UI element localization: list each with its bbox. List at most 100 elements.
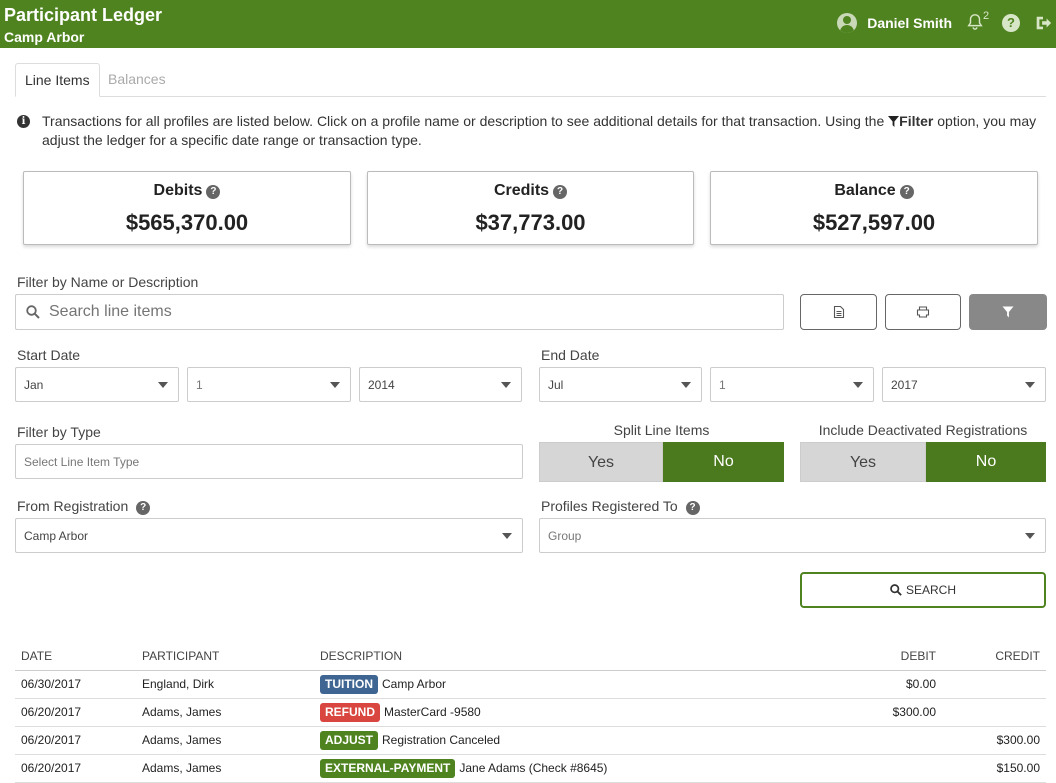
column-credit[interactable]: CREDIT (942, 643, 1046, 671)
column-debit[interactable]: DEBIT (764, 643, 942, 671)
info-icon: i (17, 115, 30, 128)
filter-icon (888, 116, 900, 127)
description-text[interactable]: Registration Canceled (382, 733, 500, 747)
search-field[interactable] (15, 294, 784, 330)
include-deactivated-label: Include Deactivated Registrations (818, 422, 1028, 438)
row-participant[interactable]: England, Dirk (136, 670, 314, 699)
chevron-down-icon (1025, 382, 1035, 388)
type-badge: EXTERNAL-PAYMENT (320, 758, 456, 778)
row-participant[interactable]: Adams, James (136, 698, 314, 727)
user-name[interactable]: Daniel Smith (867, 15, 952, 31)
deactivated-no-button[interactable]: No (926, 442, 1046, 482)
column-description[interactable]: DESCRIPTION (314, 643, 764, 671)
end-year-select[interactable]: 2017 (882, 367, 1046, 402)
search-icon (26, 305, 40, 319)
export-button[interactable] (800, 294, 877, 330)
tab-line-items[interactable]: Line Items (15, 63, 100, 97)
end-day-select[interactable]: 1 (710, 367, 874, 402)
start-day-select[interactable]: 1 (187, 367, 351, 402)
split-yes-button[interactable]: Yes (539, 442, 663, 482)
credits-help-icon[interactable]: ? (553, 185, 568, 199)
chevron-down-icon (853, 382, 863, 388)
credits-label: Credits (493, 182, 550, 199)
start-month-select[interactable]: Jan (15, 367, 179, 402)
row-description[interactable]: REFUND MasterCard -9580 (314, 698, 764, 727)
description-text[interactable]: Camp Arbor (382, 677, 446, 691)
profiles-help-icon[interactable]: ? (685, 501, 700, 515)
balance-card: Balance? $527,597.00 (710, 171, 1038, 245)
print-button[interactable] (885, 294, 961, 330)
top-bar: Participant Ledger Camp Arbor Daniel Smi… (0, 0, 1056, 48)
balance-value: $527,597.00 (812, 210, 936, 235)
row-credit (942, 670, 1046, 699)
type-select[interactable]: Select Line Item Type (15, 444, 523, 479)
organization-name: Camp Arbor (4, 29, 85, 45)
start-month-value: Jan (24, 378, 44, 392)
balance-label: Balance (834, 182, 896, 199)
column-participant[interactable]: PARTICIPANT (136, 643, 314, 671)
search-icon (890, 584, 902, 596)
ledger-table: DATE PARTICIPANT DESCRIPTION DEBIT CREDI… (15, 643, 1046, 783)
row-description[interactable]: TUITION Camp Arbor (314, 670, 764, 699)
description-text[interactable]: Jane Adams (Check #8645) (459, 761, 607, 775)
search-button-label: SEARCH (905, 583, 956, 597)
table-row[interactable]: 06/20/2017 Adams, James REFUND MasterCard -… (15, 698, 1046, 727)
chevron-down-icon (681, 382, 691, 388)
document-icon (833, 305, 844, 319)
profiles-placeholder: Group (548, 529, 582, 543)
row-description[interactable]: EXTERNAL-PAYMENT Jane Adams (Check #8645) (314, 754, 764, 783)
debits-card: Debits? $565,370.00 (23, 171, 351, 245)
info-filter-word: Filter (899, 113, 934, 129)
row-debit: $0.00 (764, 670, 942, 699)
start-year-select[interactable]: 2014 (359, 367, 522, 402)
search-button[interactable]: SEARCH (800, 572, 1046, 608)
info-text-part1: Transactions for all profiles are listed… (42, 113, 885, 129)
row-participant[interactable]: Adams, James (136, 726, 314, 755)
type-badge: REFUND (320, 702, 380, 722)
notifications-button[interactable]: 2 (966, 10, 990, 33)
debits-label: Debits (153, 182, 203, 199)
chevron-down-icon (158, 382, 168, 388)
notification-count: 2 (983, 10, 990, 22)
row-credit (942, 698, 1046, 727)
bell-icon (967, 14, 983, 30)
end-month-select[interactable]: Jul (539, 367, 702, 402)
deactivated-yes-button[interactable]: Yes (800, 442, 926, 482)
split-no-button[interactable]: No (663, 442, 784, 482)
credits-value: $37,773.00 (475, 210, 586, 235)
avatar-icon[interactable] (837, 13, 858, 33)
type-placeholder: Select Line Item Type (24, 455, 140, 469)
table-row[interactable]: 06/20/2017 Adams, James EXTERNAL-PAYMENT Ja… (15, 754, 1046, 783)
balance-help-icon[interactable]: ? (899, 185, 914, 199)
row-credit: $300.00 (942, 726, 1046, 755)
debits-value: $565,370.00 (125, 210, 249, 235)
column-date[interactable]: DATE (15, 643, 136, 671)
end-month-value: Jul (548, 378, 564, 392)
printer-icon (916, 306, 930, 318)
tab-balances[interactable]: Balances (99, 63, 175, 97)
table-header-row: DATE PARTICIPANT DESCRIPTION DEBIT CREDI… (15, 643, 1046, 671)
table-row[interactable]: 06/20/2017 Adams, James ADJUST Registration… (15, 726, 1046, 755)
deactivated-toggle: Yes No (800, 442, 1046, 482)
profiles-select[interactable]: Group (539, 518, 1046, 553)
row-description[interactable]: ADJUST Registration Canceled (314, 726, 764, 755)
registration-select[interactable]: Camp Arbor (15, 518, 523, 553)
user-area: Daniel Smith 2 ? (837, 10, 1056, 34)
search-input[interactable] (49, 301, 769, 323)
split-toggle: Yes No (539, 442, 784, 482)
from-registration-label: From Registration ? (17, 498, 151, 515)
filter-button[interactable] (969, 294, 1047, 330)
registration-help-icon[interactable]: ? (136, 501, 151, 515)
description-text[interactable]: MasterCard -9580 (384, 705, 481, 719)
help-icon[interactable]: ? (1002, 14, 1020, 32)
chevron-down-icon (501, 382, 511, 388)
row-debit: $300.00 (764, 698, 942, 727)
info-text: Transactions for all profiles are listed… (42, 112, 1047, 150)
logout-icon[interactable] (1034, 14, 1052, 32)
table-row[interactable]: 06/30/2017 England, Dirk TUITION Camp Arbor… (15, 670, 1046, 699)
debits-help-icon[interactable]: ? (206, 185, 221, 199)
chevron-down-icon (1025, 533, 1035, 539)
chevron-down-icon (502, 533, 512, 539)
row-participant[interactable]: Adams, James (136, 754, 314, 783)
end-day-value: 1 (719, 378, 726, 392)
